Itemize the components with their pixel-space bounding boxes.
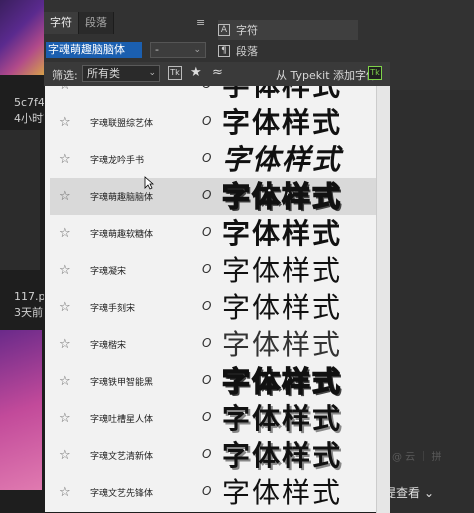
chevron-down-icon: ⌄: [193, 45, 201, 55]
favorite-star-icon[interactable]: ☆: [59, 152, 71, 167]
opentype-icon: O: [202, 114, 212, 128]
font-sample: 字体样式: [222, 439, 343, 472]
font-name: 字魂萌趣脑脑体: [90, 193, 154, 203]
font-sample: 字体样式: [222, 217, 343, 250]
font-family-field[interactable]: 字魂萌趣脑脑体: [46, 42, 142, 58]
font-list-row[interactable]: ☆ O 字体样式: [50, 86, 376, 104]
font-list-row[interactable]: ☆ 字魂萌趣脑脑体 O 字体样式: [50, 178, 376, 215]
font-style-field[interactable]: - ⌄: [150, 42, 206, 58]
font-list-row[interactable]: ☆ 字魂吐槽星人体 O 字体样式: [50, 400, 376, 437]
font-sample: 字体样式: [222, 291, 343, 324]
font-list-row[interactable]: ☆ 字魂龙吟手书 O 字体样式: [50, 141, 376, 178]
font-sample: 字体样式: [222, 402, 343, 435]
filter-label: 筛选:: [52, 69, 78, 82]
library-panel: [0, 0, 44, 513]
right-panel-item-character[interactable]: A 字符: [218, 20, 358, 40]
file-time-2: 3天前: [14, 306, 43, 319]
font-sample: 字体样式: [221, 365, 343, 399]
font-name: 字魂文艺清新体: [90, 452, 154, 462]
view-button[interactable]: 提查看 ⌄: [384, 484, 434, 501]
font-sample: 字体样式: [222, 86, 342, 102]
tab-paragraph[interactable]: 段落: [79, 12, 114, 34]
favorite-star-icon[interactable]: ☆: [59, 189, 71, 204]
character-icon: A: [218, 24, 230, 36]
favorite-star-icon[interactable]: ☆: [59, 411, 71, 426]
font-name: 字魂文艺先锋体: [90, 489, 154, 499]
font-name: 字魂楷宋: [90, 341, 127, 351]
typekit-add-icon[interactable]: Tk: [368, 66, 382, 80]
right-panel-item-paragraph[interactable]: ¶ 段落: [218, 41, 358, 61]
similar-fonts-icon[interactable]: ≈: [212, 65, 223, 80]
opentype-icon: O: [202, 373, 212, 387]
font-name: 字魂萌趣软糖体: [90, 230, 154, 240]
font-sample: 字体样式: [222, 476, 343, 509]
font-filter-bar: 筛选: 所有类 ⌄ Tk ★ ≈ 从 Typekit 添加字体： Tk: [44, 62, 390, 86]
font-name: 字魂吐槽星人体: [90, 415, 154, 425]
font-list: ☆ O 字体样式 ☆ 字魂联盟综艺体 O 字体样式 ☆ 字魂龙吟手书 O 字体样式 ☆ 字魂萌趣脑脑体 O…: [50, 86, 376, 513]
favorite-star-icon[interactable]: ☆: [59, 448, 71, 463]
thumbnail-top[interactable]: [0, 0, 44, 75]
opentype-icon: O: [202, 336, 212, 350]
font-name: 字魂联盟综艺体: [90, 119, 154, 129]
font-sample: 字体样式: [222, 106, 343, 139]
favorite-star-icon[interactable]: ☆: [59, 485, 71, 500]
font-list-row[interactable]: ☆ 字魂手刻宋 O 字体样式: [50, 289, 376, 326]
character-panel-tabs: 字符 段落: [44, 12, 114, 34]
font-sample: 字体样式: [222, 328, 343, 361]
font-list-row[interactable]: ☆ 字魂萌趣软糖体 O 字体样式: [50, 215, 376, 252]
chevron-down-icon: ⌄: [424, 485, 435, 500]
filter-select-value: 所有类: [87, 67, 120, 80]
opentype-icon: O: [202, 484, 212, 498]
file-name-1: 5c7f4: [14, 96, 45, 109]
opentype-icon: O: [202, 299, 212, 313]
font-sample: 字体样式: [222, 254, 343, 287]
font-name: 字魂手刻宋: [90, 304, 136, 314]
filter-class-select[interactable]: 所有类 ⌄: [82, 65, 160, 82]
favorite-star-icon[interactable]: ☆: [59, 337, 71, 352]
photoshop-window: 5c7f4 4小时前 117.psd 3天前 A 字符 ¶ 段落 @ 云 ｜ 拼…: [0, 0, 474, 513]
opentype-icon: O: [202, 262, 212, 276]
favorite-star-icon[interactable]: ☆: [59, 374, 71, 389]
font-list-row[interactable]: ☆ 字魂凝宋 O 字体样式: [50, 252, 376, 289]
opentype-icon: O: [202, 151, 212, 165]
font-list-row[interactable]: ☆ 字魂文艺先锋体 O 字体样式: [50, 474, 376, 511]
font-list-row[interactable]: ☆ 字魂铁甲智能黑 O 字体样式: [50, 363, 376, 400]
font-name: 字魂铁甲智能黑: [90, 378, 154, 388]
thumbnail-middle[interactable]: [0, 130, 40, 270]
tab-character[interactable]: 字符: [44, 12, 79, 34]
opentype-icon: O: [202, 188, 212, 202]
font-list-row[interactable]: ☆ 字魂联盟综艺体 O 字体样式: [50, 104, 376, 141]
panel-menu-icon[interactable]: ≡: [196, 16, 205, 29]
font-style-value: -: [155, 43, 159, 56]
opentype-icon: O: [202, 410, 212, 424]
font-sample: 字体样式: [222, 143, 343, 176]
favorite-star-icon[interactable]: ☆: [59, 115, 71, 130]
mouse-cursor-icon: [144, 176, 154, 190]
opentype-icon: O: [202, 225, 212, 239]
favorites-star-icon[interactable]: ★: [190, 65, 202, 80]
opentype-icon: O: [202, 447, 212, 461]
font-list-scrollbar[interactable]: [376, 86, 390, 513]
right-panel-item-label: 字符: [236, 24, 258, 37]
opentype-icon: O: [202, 86, 211, 91]
font-sample: 字体样式: [221, 180, 343, 214]
paragraph-icon: ¶: [218, 45, 230, 57]
chevron-down-icon: ⌄: [148, 68, 156, 78]
typekit-filter-icon[interactable]: Tk: [168, 66, 182, 80]
faint-text: @ 云 ｜ 拼: [392, 452, 442, 463]
favorite-star-icon[interactable]: ☆: [59, 300, 71, 315]
right-panel-item-label: 段落: [236, 45, 258, 58]
font-list-row[interactable]: ☆ 字魂楷宋 O 字体样式: [50, 326, 376, 363]
favorite-star-icon[interactable]: ☆: [59, 263, 71, 278]
font-list-row[interactable]: ☆ 字魂文艺清新体 O 字体样式: [50, 437, 376, 474]
font-name: 字魂龙吟手书: [90, 156, 145, 166]
thumbnail-bottom[interactable]: [0, 330, 42, 490]
favorite-star-icon[interactable]: ☆: [59, 226, 71, 241]
font-name: 字魂凝宋: [90, 267, 127, 277]
favorite-star-icon[interactable]: ☆: [59, 86, 71, 93]
